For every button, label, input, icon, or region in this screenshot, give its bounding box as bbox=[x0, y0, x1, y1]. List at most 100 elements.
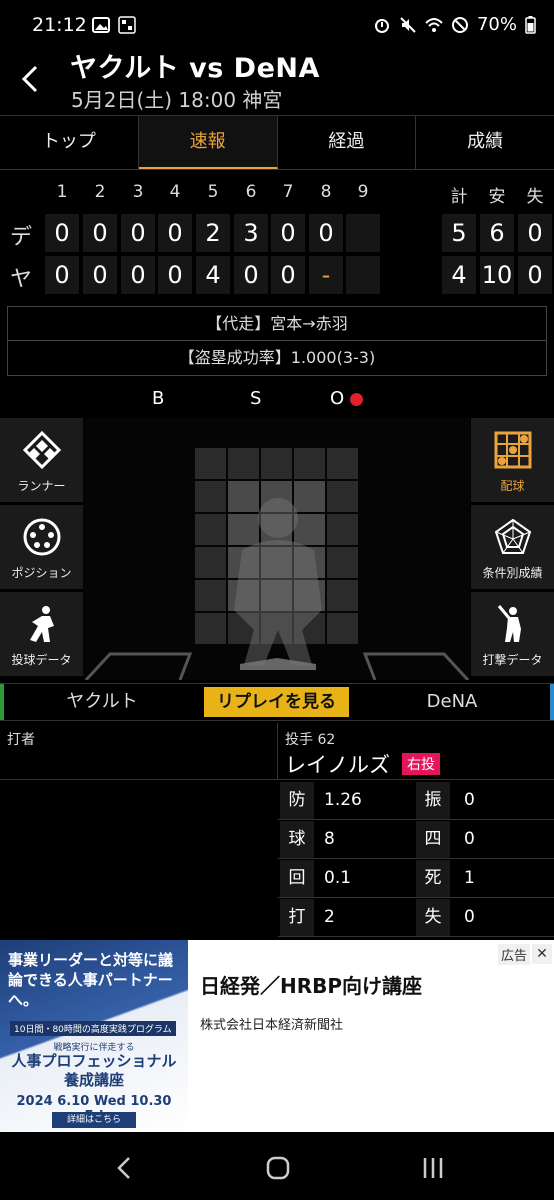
inning-score-cell: 4 bbox=[196, 256, 230, 294]
totals-header: 失 bbox=[526, 187, 544, 207]
ball-strike-out-count: B S O bbox=[0, 386, 554, 414]
inning-score-cell: 0 bbox=[45, 214, 79, 252]
ad-image-headline: 事業リーダーと対等に議論できる人事パートナーへ。 bbox=[8, 951, 174, 1009]
game-title: ヤクルト vs DeNA bbox=[70, 53, 320, 84]
inning-score-cell: 3 bbox=[234, 214, 268, 252]
inning-header: 4 bbox=[169, 182, 181, 202]
position-label: ポジション bbox=[11, 566, 72, 580]
stat-row: 回 0.1 死 1 bbox=[278, 860, 554, 898]
team-yakult-button[interactable]: ヤクルト bbox=[0, 684, 200, 720]
diamond-icon bbox=[22, 430, 61, 470]
inning-header: 8 bbox=[320, 182, 332, 202]
inning-score-cell: 0 bbox=[271, 214, 305, 252]
steal-rate-info: 【盗塁成功率】1.000(3-3) bbox=[178, 348, 376, 367]
advertisement-banner[interactable]: 事業リーダーと対等に議論できる人事パートナーへ。 10日間・80時間の高度実践プ… bbox=[0, 940, 554, 1132]
total-cell: 4 bbox=[442, 256, 476, 294]
stat-key: 回 bbox=[280, 860, 314, 897]
inning-header: 1 bbox=[56, 182, 68, 202]
stat-key: 失 bbox=[416, 899, 450, 936]
play-info-box: 【代走】宮本→赤羽 【盗塁成功率】1.000(3-3) bbox=[7, 306, 547, 376]
stat-value: 0 bbox=[464, 907, 475, 927]
ad-image[interactable]: 事業リーダーと対等に議論できる人事パートナーへ。 10日間・80時間の高度実践プ… bbox=[0, 940, 188, 1132]
total-cell: 0 bbox=[518, 256, 552, 294]
total-cell: 10 bbox=[480, 256, 514, 294]
positions-icon bbox=[23, 518, 60, 556]
batting-data-label: 打撃データ bbox=[482, 653, 543, 667]
catcher-silhouette bbox=[234, 498, 322, 665]
ball-zone-cell bbox=[294, 448, 325, 479]
ad-close-icon[interactable]: ✕ bbox=[532, 944, 552, 964]
inning-score-cell: 0 bbox=[309, 214, 343, 252]
tab-progress[interactable]: 経過 bbox=[278, 116, 417, 169]
batter-icon bbox=[497, 605, 521, 642]
tab-live[interactable]: 速報 bbox=[138, 116, 278, 169]
split-stats-button[interactable]: 条件別成績 bbox=[471, 505, 554, 590]
inning-score-cell: 0 bbox=[45, 256, 79, 294]
team-abbr: ヤ bbox=[10, 267, 33, 292]
team-selector: ヤクルト リプレイを見る DeNA bbox=[0, 683, 554, 721]
back-nav-icon[interactable] bbox=[105, 1152, 145, 1184]
pitch-location-button[interactable]: 配球 bbox=[471, 418, 554, 503]
stat-row: 球8 四0 bbox=[278, 821, 554, 859]
tab-top[interactable]: トップ bbox=[0, 116, 139, 169]
stat-value: 0 bbox=[464, 790, 475, 810]
out-label: O bbox=[330, 388, 345, 409]
stat-key: 球 bbox=[280, 821, 314, 858]
tab-stats[interactable]: 成績 bbox=[416, 116, 554, 169]
batter-panel: 打者 bbox=[0, 723, 278, 780]
inning-header: 3 bbox=[132, 182, 144, 202]
total-cell: 5 bbox=[442, 214, 476, 252]
game-header: ヤクルト vs DeNA 5月2日(土) 18:00 神宮 bbox=[0, 40, 554, 115]
replay-button[interactable]: リプレイを見る bbox=[204, 687, 349, 717]
ball-zone-cell bbox=[195, 448, 226, 479]
inning-score-cell: 0 bbox=[234, 256, 268, 294]
game-datetime-venue: 5月2日(土) 18:00 神宮 bbox=[71, 88, 283, 112]
inning-header: 6 bbox=[245, 182, 257, 202]
inning-score-cell: 0 bbox=[158, 256, 192, 294]
stat-value: 8 bbox=[324, 829, 335, 849]
batter-label: 打者 bbox=[7, 732, 35, 748]
stat-value: 2 bbox=[324, 907, 335, 927]
ball-zone-cell bbox=[228, 448, 259, 479]
ad-badge[interactable]: 広告 bbox=[497, 944, 530, 965]
system-nav-bar bbox=[0, 1132, 554, 1200]
ball-label: B bbox=[152, 388, 165, 409]
stat-key: 打 bbox=[280, 899, 314, 936]
inning-score-cell: 0 bbox=[158, 214, 192, 252]
team-abbr: デ bbox=[10, 225, 33, 250]
gallery-icon bbox=[92, 17, 110, 33]
inning-score-cell: 0 bbox=[83, 256, 117, 294]
runner-button[interactable]: ランナー bbox=[0, 418, 83, 503]
pitching-data-button[interactable]: 投球データ bbox=[0, 592, 83, 677]
ball-zone-cell bbox=[327, 448, 358, 479]
pitcher-stats-table: 防 1.26 振 0 球 8 四 0 回 0.1 死 1 打 2 失 0 bbox=[278, 782, 554, 937]
pitcher-number-label: 投手 62 bbox=[285, 732, 336, 748]
team-dena-button[interactable]: DeNA bbox=[354, 684, 554, 720]
total-cell: 6 bbox=[480, 214, 514, 252]
stat-value: 1 bbox=[464, 868, 475, 888]
back-arrow-icon[interactable] bbox=[16, 62, 46, 96]
home-nav-icon[interactable] bbox=[258, 1152, 298, 1184]
inning-header: 7 bbox=[282, 182, 294, 202]
batting-data-button[interactable]: 打撃データ bbox=[471, 592, 554, 677]
inning-header: 2 bbox=[94, 182, 106, 202]
wifi-icon bbox=[425, 17, 443, 32]
stat-value: 0 bbox=[464, 829, 475, 849]
ad-headline[interactable]: 日経発／HRBP向け講座 bbox=[200, 970, 422, 999]
totals-header: 計 bbox=[450, 187, 468, 207]
strike-label: S bbox=[250, 388, 262, 409]
battery-percent: 70% bbox=[476, 14, 517, 35]
pitcher-name: レイノルズ bbox=[285, 753, 390, 777]
inning-score-cell bbox=[346, 214, 380, 252]
position-button[interactable]: ポジション bbox=[0, 505, 83, 590]
totals-header: 安 bbox=[488, 187, 506, 207]
pitch-location-label: 配球 bbox=[500, 479, 525, 493]
ad-image-course-title: 人事プロフェッショナル養成講座 bbox=[11, 1052, 177, 1089]
recents-nav-icon[interactable] bbox=[413, 1152, 453, 1184]
pitcher-panel[interactable]: 投手 62 レイノルズ 右投 bbox=[278, 723, 554, 780]
inning-score-cell: - bbox=[309, 256, 343, 294]
stat-row: 打2 失0 bbox=[278, 899, 554, 937]
inning-header: 5 bbox=[207, 182, 219, 202]
alarm-icon bbox=[374, 18, 389, 33]
ad-details-button[interactable]: 詳細はこちら bbox=[52, 1112, 136, 1128]
